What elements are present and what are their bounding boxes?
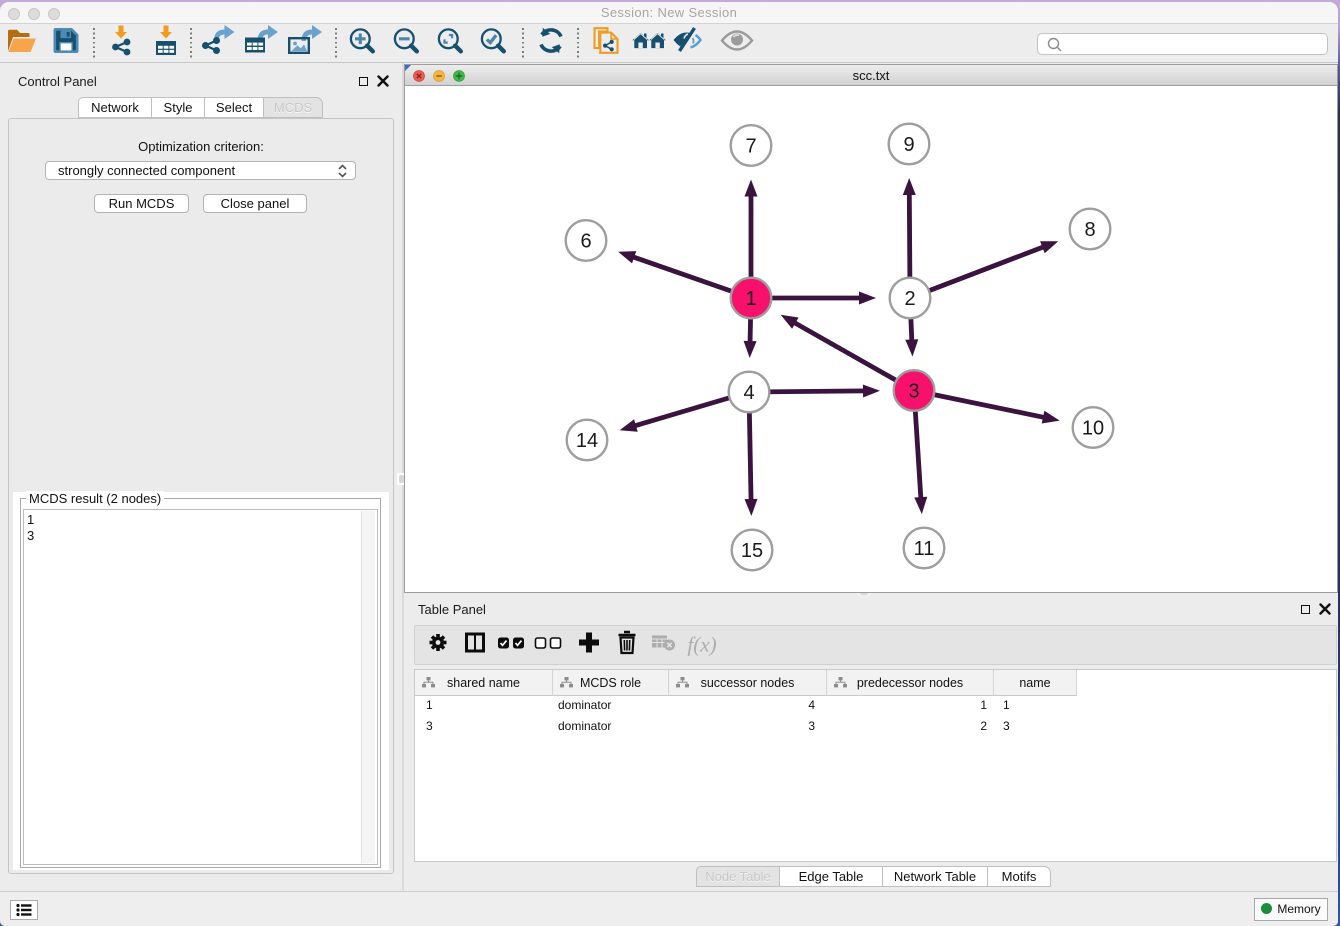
svg-text:8: 8 bbox=[1084, 219, 1095, 241]
svg-text:9: 9 bbox=[903, 134, 914, 156]
svg-text:2: 2 bbox=[904, 288, 915, 310]
svg-text:3: 3 bbox=[908, 381, 919, 403]
svg-text:6: 6 bbox=[580, 231, 591, 253]
svg-text:7: 7 bbox=[745, 136, 756, 158]
svg-text:4: 4 bbox=[743, 382, 754, 404]
svg-text:14: 14 bbox=[576, 430, 598, 452]
svg-text:11: 11 bbox=[914, 538, 935, 560]
svg-text:15: 15 bbox=[741, 540, 763, 562]
svg-text:1: 1 bbox=[745, 288, 756, 310]
svg-text:10: 10 bbox=[1082, 418, 1104, 440]
